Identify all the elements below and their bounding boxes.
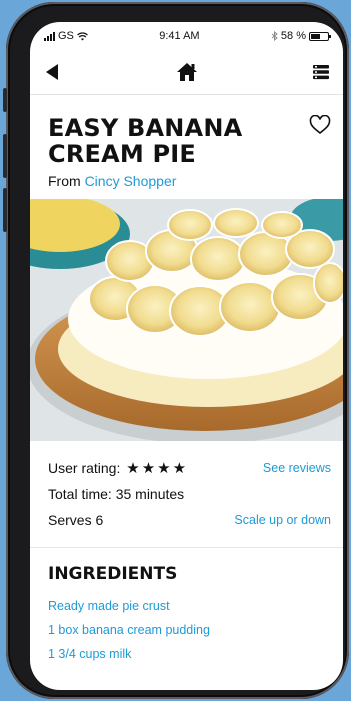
phone-frame: GS 9:41 AM 58 % EASY BANANA CREAM PIE Fr… xyxy=(3,2,349,699)
signal-icon xyxy=(44,31,55,41)
bluetooth-icon xyxy=(271,31,278,41)
favorite-heart-icon[interactable] xyxy=(309,115,331,135)
star-icon: ★ xyxy=(172,460,187,477)
battery-percent: 58 % xyxy=(280,30,306,42)
wifi-icon xyxy=(77,31,88,40)
recipe-title: EASY BANANA CREAM PIE xyxy=(48,114,243,168)
from-label: From xyxy=(48,173,81,189)
serves: Serves 6 xyxy=(48,512,104,528)
rating-label: User rating: xyxy=(48,460,121,476)
screen: GS 9:41 AM 58 % EASY BANANA CREAM PIE Fr… xyxy=(30,22,343,690)
volume-down-button xyxy=(3,188,7,232)
scale-link[interactable]: Scale up or down xyxy=(234,513,331,527)
recipe-source: From Cincy Shopper xyxy=(48,173,325,189)
volume-up-button xyxy=(3,134,7,178)
menu-icon[interactable] xyxy=(313,64,329,80)
clock: 9:41 AM xyxy=(159,30,200,42)
ingredients-section: INGREDIENTS Ready made pie crust 1 box b… xyxy=(30,548,343,682)
banana-cream-pie-image xyxy=(30,199,343,441)
see-reviews-link[interactable]: See reviews xyxy=(263,461,331,475)
ingredients-heading: INGREDIENTS xyxy=(48,564,178,584)
back-arrow-icon[interactable] xyxy=(44,63,60,81)
rating-stars: ★ ★ ★ ★ xyxy=(124,460,187,477)
ingredient-item[interactable]: Ready made pie crust xyxy=(48,594,325,618)
star-icon: ★ xyxy=(141,460,156,477)
serves-row: Serves 6 Scale up or down xyxy=(48,507,331,533)
carrier-name: GS xyxy=(58,30,74,42)
status-bar: GS 9:41 AM 58 % xyxy=(30,22,343,50)
star-icon: ★ xyxy=(126,460,140,477)
star-icon: ★ xyxy=(157,460,171,477)
time-row: Total time: 35 minutes xyxy=(48,481,331,507)
rating-row: User rating: ★ ★ ★ ★ See reviews xyxy=(48,455,331,481)
recipe-photo xyxy=(30,199,343,441)
ingredient-item[interactable]: 1 3/4 cups milk xyxy=(48,642,325,666)
home-icon[interactable] xyxy=(176,62,198,82)
nav-bar xyxy=(30,50,343,95)
recipe-info: User rating: ★ ★ ★ ★ See reviews Total time… xyxy=(30,441,343,548)
total-time: Total time: 35 minutes xyxy=(48,486,185,502)
ingredient-item[interactable]: 1 box banana cream pudding xyxy=(48,618,325,642)
mute-switch xyxy=(3,88,7,112)
source-link[interactable]: Cincy Shopper xyxy=(85,173,177,189)
recipe-header: EASY BANANA CREAM PIE From Cincy Shopper xyxy=(30,95,343,199)
rating-group: User rating: ★ ★ ★ ★ xyxy=(48,459,186,477)
battery-icon xyxy=(309,31,331,41)
